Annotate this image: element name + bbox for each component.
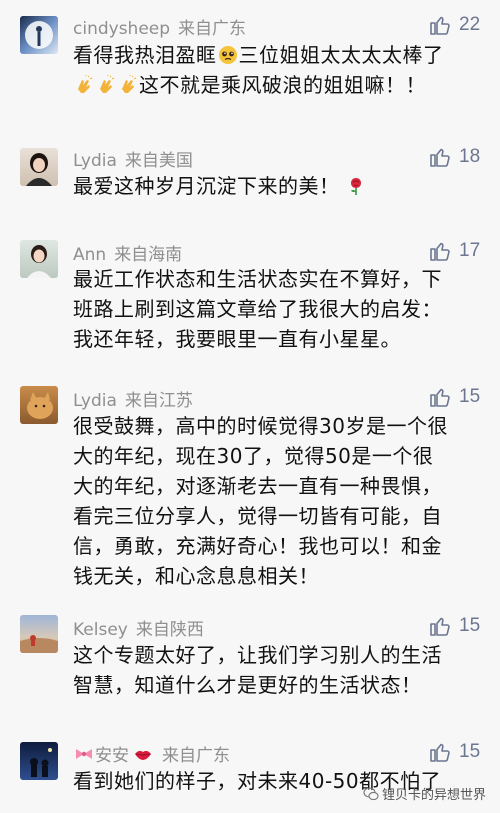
comment-line: 看完三位分享人，觉得一切皆有可能，自 xyxy=(73,504,442,528)
like-button[interactable]: 15 xyxy=(428,614,480,638)
comment-location: 来自广东 xyxy=(162,746,230,766)
like-count: 22 xyxy=(459,14,481,35)
comment-line: 很受鼓舞，高中的时候觉得30岁是一个很 xyxy=(73,414,448,438)
like-count: 15 xyxy=(459,615,481,636)
thumbs-up-icon xyxy=(430,16,450,35)
avatar[interactable] xyxy=(20,742,58,780)
comment-line: 智慧，知道什么才是更好的生活状态！ xyxy=(73,673,422,697)
comment-line: 大的年纪，现在30了，觉得50是一个很 xyxy=(73,444,434,468)
comment-location: 来自海南 xyxy=(114,245,183,265)
like-button[interactable]: 22 xyxy=(428,13,480,37)
comment-line: 最近工作状态和生活状态实在不算好，下 xyxy=(73,267,442,291)
avatar-image xyxy=(20,635,58,653)
thumbs-up-icon xyxy=(430,242,450,261)
like-count: 17 xyxy=(459,240,481,261)
thumbs-up-icon xyxy=(430,743,450,762)
comment-text: 很受鼓舞，高中的时候觉得30岁是一个很 大的年纪，现在30了，觉得50是一个很 … xyxy=(73,411,483,591)
thumbs-up-icon xyxy=(430,388,450,407)
like-count: 15 xyxy=(459,741,481,762)
like-button[interactable]: 15 xyxy=(428,385,480,409)
comment-location: 来自陕西 xyxy=(135,620,204,640)
comment-location: 来自美国 xyxy=(124,151,193,171)
comment-header: Lydia 来自江苏 xyxy=(73,386,193,411)
avatar-image xyxy=(25,21,53,49)
avatar-image xyxy=(27,245,51,278)
comment-line: 这不就是乘风破浪的姐姐嘛！！ xyxy=(139,73,426,97)
comment-text: 最近工作状态和生活状态实在不算好，下 班路上刷到这篇文章给了我很大的启发： 我还… xyxy=(73,264,483,354)
avatar[interactable] xyxy=(20,240,58,278)
lips-emoji xyxy=(135,750,151,760)
comment-line: 大的年纪，对逐渐老去一直有一种畏惧， xyxy=(73,474,442,498)
thumbs-up-icon xyxy=(430,148,450,167)
avatar[interactable] xyxy=(20,386,58,424)
pleading-face-emoji xyxy=(218,46,237,64)
bow-emoji xyxy=(76,749,92,759)
comment-location: 来自江苏 xyxy=(124,391,193,411)
clapping-hands-emoji xyxy=(122,75,137,93)
avatar[interactable] xyxy=(20,615,58,653)
comment-line: 班路上刷到这篇文章给了我很大的启发： xyxy=(73,297,442,321)
wechat-icon xyxy=(363,786,379,800)
commenter-name[interactable]: Kelsey xyxy=(73,620,128,640)
comment-text: 最爱这种岁月沉淀下来的美！ xyxy=(73,171,483,201)
clapping-hands-emoji xyxy=(100,75,115,93)
comment-header: cindysheep 来自广东 xyxy=(73,14,246,39)
comment-header: Kelsey 来自陕西 xyxy=(73,615,204,640)
commenter-name[interactable]: Lydia xyxy=(73,391,117,411)
comment-line: 三位姐姐太太太太棒了 xyxy=(238,43,444,67)
like-button[interactable]: 15 xyxy=(428,740,480,764)
comment-line: 看得我热泪盈眶 xyxy=(73,43,217,67)
avatar-image xyxy=(30,748,52,777)
comment-header: 安安 来自广东 xyxy=(73,741,230,766)
avatar[interactable] xyxy=(20,16,58,54)
like-button[interactable]: 17 xyxy=(428,239,480,263)
comment-location: 来自广东 xyxy=(178,19,247,39)
comment-text: 看得我热泪盈眶 三位姐姐太太太太棒了 这不就是乘风破浪的姐姐嘛！！ xyxy=(73,40,483,100)
comment-line: 最爱这种岁月沉淀下来的美！ xyxy=(73,174,340,198)
avatar-image xyxy=(26,153,52,186)
comment-line: 我还年轻，我要眼里一直有小星星。 xyxy=(73,327,401,351)
comment-line: 信，勇敢，充满好奇心！我也可以！和金 xyxy=(73,534,442,558)
comment-header: Ann 来自海南 xyxy=(73,240,182,265)
commenter-name[interactable]: Ann xyxy=(73,245,106,265)
clapping-hands-emoji xyxy=(78,75,93,93)
watermark: 锂贝卡的异想世界 xyxy=(363,784,486,803)
like-count: 15 xyxy=(459,386,481,407)
like-button[interactable]: 18 xyxy=(428,145,480,169)
comment-text: 这个专题太好了，让我们学习别人的生活 智慧，知道什么才是更好的生活状态！ xyxy=(73,640,483,700)
like-count: 18 xyxy=(459,146,481,167)
watermark-text: 锂贝卡的异想世界 xyxy=(382,788,487,803)
comment-line: 这个专题太好了，让我们学习别人的生活 xyxy=(73,643,442,667)
commenter-name[interactable]: 安安 xyxy=(95,746,129,766)
comment-line: 钱无关，和心念息息相关！ xyxy=(73,564,319,588)
thumbs-up-icon xyxy=(430,617,450,636)
rose-emoji xyxy=(350,178,361,195)
comment-header: Lydia 来自美国 xyxy=(73,146,193,171)
commenter-name[interactable]: cindysheep xyxy=(73,19,170,39)
avatar[interactable] xyxy=(20,148,58,186)
commenter-name[interactable]: Lydia xyxy=(73,151,117,171)
avatar-image xyxy=(27,392,53,419)
